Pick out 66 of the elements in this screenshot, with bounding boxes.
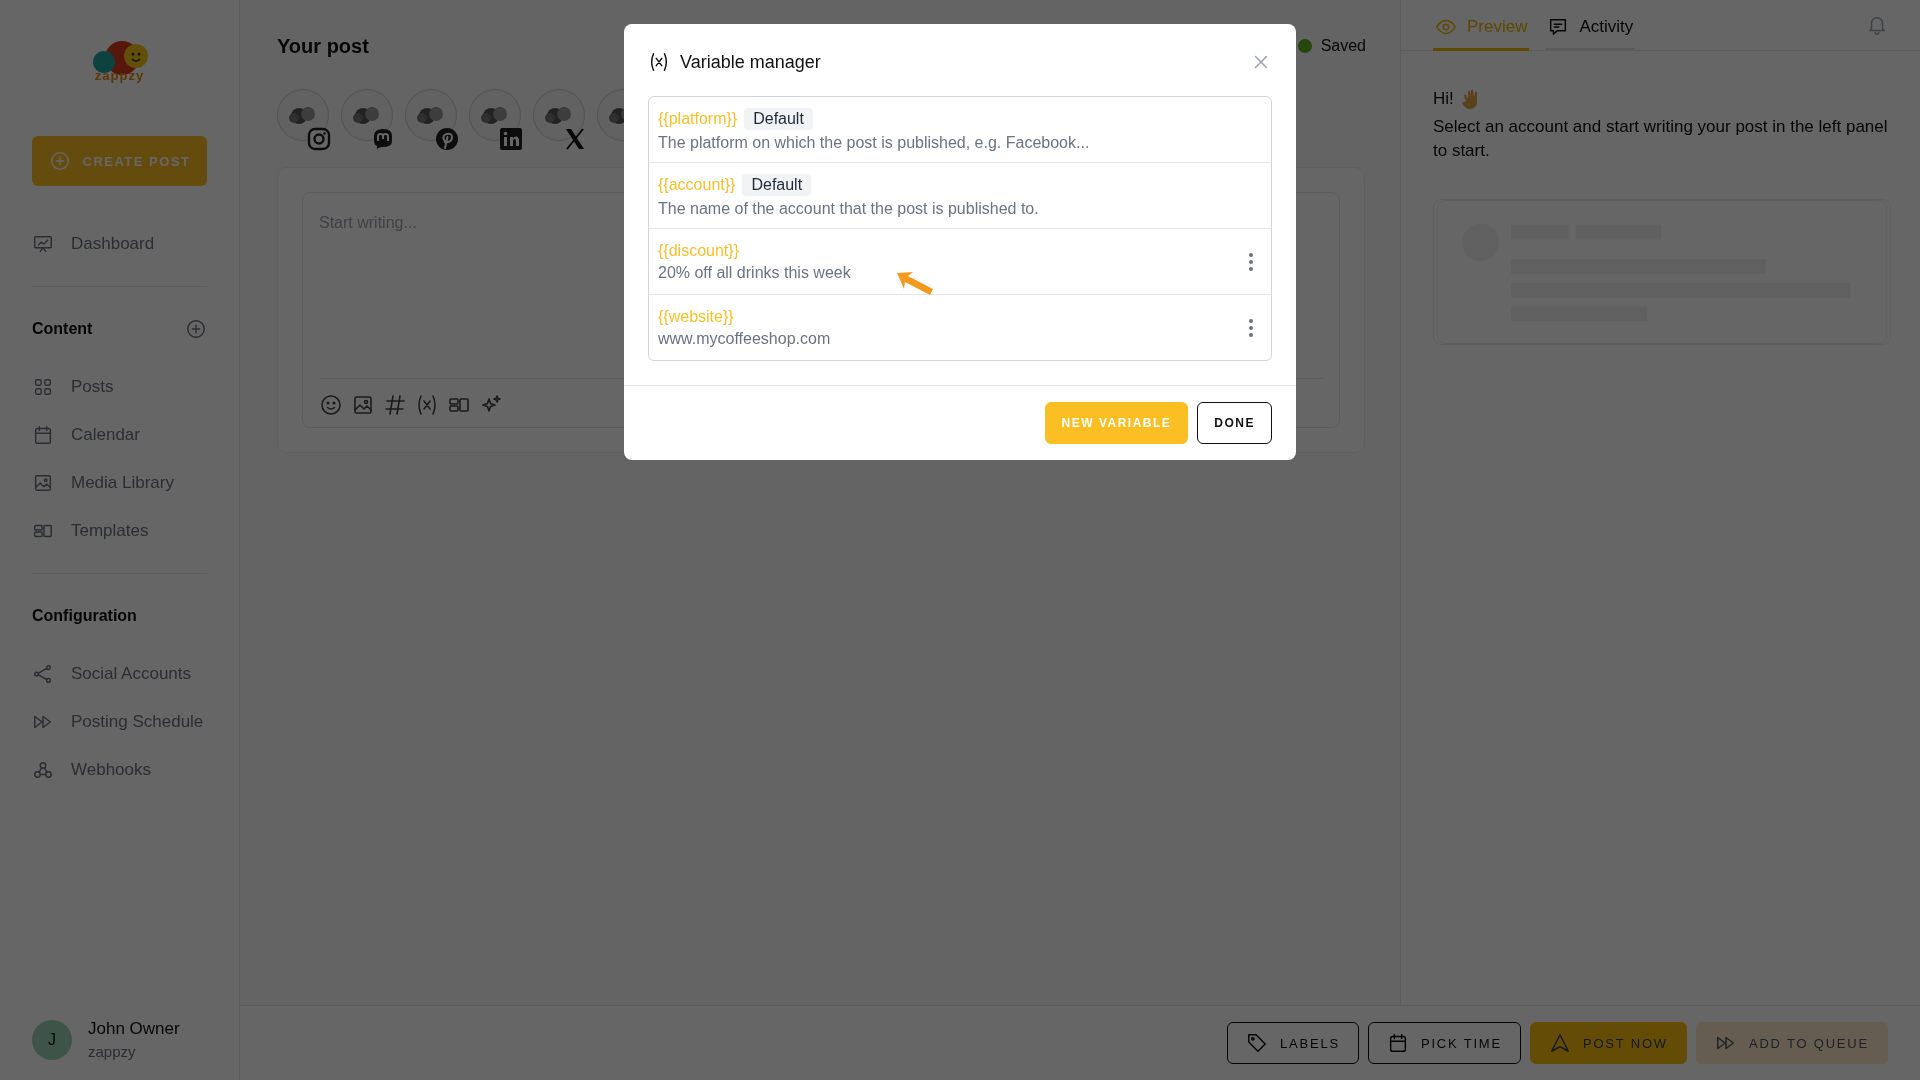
- workspace-name: zappzy: [88, 1043, 137, 1060]
- sidebar-item[interactable]: Webhooks: [32, 746, 207, 794]
- camera-icon: [307, 127, 331, 151]
- plus-icon: [48, 150, 71, 172]
- sidebar-item[interactable]: Posts: [32, 363, 207, 411]
- add-to-queue-button[interactable]: ADD TO QUEUE: [1695, 1022, 1888, 1064]
- hashtag-icon: [383, 393, 407, 417]
- sidebar-item[interactable]: Posting Schedule: [32, 698, 207, 746]
- panel-tab[interactable]: Preview: [1433, 16, 1530, 51]
- greeting-text: Hi!: [1433, 89, 1454, 109]
- sidebar-item[interactable]: Templates: [32, 507, 207, 555]
- pick-time-button[interactable]: PICK TIME: [1367, 1022, 1521, 1064]
- default-tag: Default: [742, 173, 812, 196]
- kebab-icon: [1249, 318, 1253, 337]
- variable-name: {{website}}: [658, 307, 734, 326]
- status-dot: [1297, 39, 1312, 53]
- kebab-icon: [1249, 252, 1253, 271]
- variable-value: The platform on which the post is published, e.g. Facebook...: [658, 133, 1091, 152]
- x-icon: [563, 127, 587, 151]
- webhook-icon: [32, 759, 54, 781]
- variable-value: The name of the account that the post is published to.: [658, 199, 1040, 218]
- share-icon: [32, 663, 54, 685]
- user-avatar: J: [32, 1019, 72, 1060]
- sidebar-item[interactable]: Social Accounts: [32, 650, 207, 698]
- send-icon: [1548, 1032, 1571, 1054]
- variable-icon: [415, 393, 439, 417]
- pointer-arrow: [895, 270, 935, 296]
- variable-name: {{platform}}: [658, 109, 738, 128]
- done-button[interactable]: DONE: [1197, 402, 1272, 444]
- linkedin-icon: [499, 127, 523, 151]
- create-post-button[interactable]: CREATE POST: [32, 136, 207, 186]
- tag-icon: [1246, 1032, 1268, 1054]
- panel-tab[interactable]: Activity: [1545, 16, 1636, 51]
- variable-icon: [648, 51, 670, 73]
- new-variable-button[interactable]: NEW VARIABLE: [1044, 402, 1189, 444]
- sidebar-item[interactable]: Dashboard: [32, 220, 207, 268]
- modal-title: Variable manager: [680, 51, 821, 73]
- image-icon: [32, 472, 54, 494]
- variable-value: 20% off all drinks this week: [658, 263, 852, 282]
- labels-button[interactable]: LABELS: [1227, 1022, 1359, 1064]
- plus-icon: [185, 318, 207, 340]
- save-status: Saved: [1320, 37, 1366, 55]
- user-name: John Owner: [88, 1019, 180, 1039]
- default-tag: Default: [744, 107, 813, 130]
- variable-name: {{account}}: [658, 175, 736, 194]
- pin-icon: [435, 127, 459, 151]
- notifications-icon[interactable]: [1866, 14, 1888, 36]
- calendar-icon: [32, 424, 54, 446]
- variable-name: {{discount}}: [658, 241, 739, 260]
- mastodon-icon: [371, 127, 395, 151]
- add-button[interactable]: [185, 318, 207, 340]
- variable-value: www.mycoffeeshop.com: [658, 329, 832, 348]
- instruction-text: Select an account and start writing your post in the left panel to start.: [1433, 116, 1888, 162]
- chart-icon: [32, 233, 54, 255]
- waving-hand-icon: [1461, 89, 1480, 109]
- bell-icon: [1866, 14, 1888, 36]
- post-now-button[interactable]: POST NOW: [1529, 1022, 1687, 1064]
- sidebar-item[interactable]: Media Library: [32, 459, 207, 507]
- section-heading: Content: [32, 320, 93, 338]
- image-icon: [351, 393, 375, 417]
- page-title: Your post: [277, 34, 369, 58]
- sidebar-item[interactable]: Calendar: [32, 411, 207, 459]
- section-heading: Configuration: [32, 607, 137, 625]
- grid-icon: [32, 376, 54, 398]
- emoji-icon: [319, 393, 343, 417]
- logo-text: zappzy: [94, 68, 145, 83]
